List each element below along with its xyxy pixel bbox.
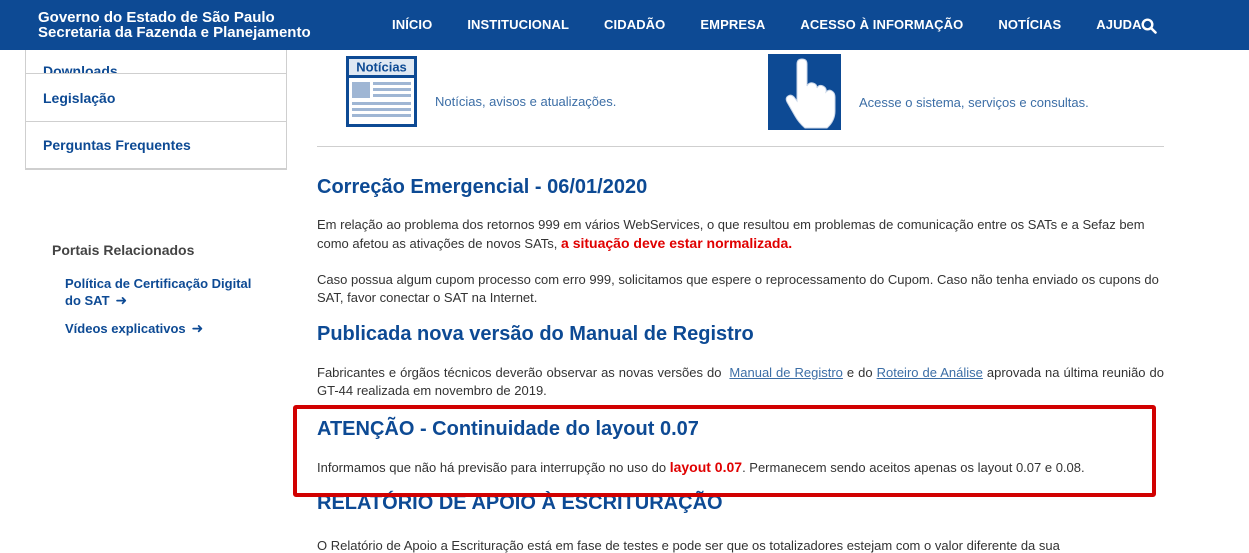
nav-empresa[interactable]: EMPRESA [700, 17, 765, 32]
sidebar-item-perguntas-frequentes[interactable]: Perguntas Frequentes [26, 122, 286, 170]
content-divider [317, 146, 1164, 147]
brand-line-2: Secretaria da Fazenda e Planejamento [38, 24, 311, 41]
main-nav: INÍCIO INSTITUCIONAL CIDADÃO EMPRESA ACE… [392, 17, 1177, 32]
portal-link-certificacao[interactable]: Política de Certificação Digital do SAT ➜ [65, 276, 251, 309]
article-paragraph: O Relatório de Apoio a Escrituração está… [317, 538, 1060, 553]
pointing-hand-icon[interactable] [768, 54, 841, 130]
brand-logo[interactable]: Governo do Estado de São Paulo Secretari… [38, 10, 311, 40]
portal-link-videos[interactable]: Vídeos explicativos ➜ [65, 320, 203, 337]
nav-ajuda[interactable]: AJUDA [1096, 17, 1141, 32]
top-navbar: Governo do Estado de São Paulo Secretari… [0, 0, 1249, 50]
arrow-right-icon: ➜ [191, 320, 204, 336]
newspaper-icon[interactable]: Notícias [346, 56, 417, 127]
nav-inicio[interactable]: INÍCIO [392, 17, 432, 32]
sidebar-item-downloads[interactable]: Downloads [26, 50, 286, 74]
manual-registro-link[interactable]: Manual de Registro [729, 365, 842, 380]
article-text: Fabricantes e órgãos técnicos deverão ob… [317, 365, 722, 380]
portais-relacionados-title: Portais Relacionados [52, 242, 195, 258]
article-paragraph: Em relação ao problema dos retornos 999 … [317, 216, 1164, 253]
sidebar-menu: Downloads Legislação Perguntas Frequente… [25, 50, 287, 170]
article-title-manual: Publicada nova versão do Manual de Regis… [317, 323, 754, 345]
sidebar-item-label: Perguntas Frequentes [43, 137, 191, 153]
highlight-red-text: a situação deve estar normalizada. [561, 235, 793, 251]
news-icon-label: Notícias [356, 60, 407, 75]
portal-link-line1: Política de Certificação Digital [65, 276, 252, 291]
arrow-right-icon: ➜ [115, 292, 128, 308]
search-icon[interactable] [1141, 18, 1157, 34]
article-paragraph: Fabricantes e órgãos técnicos deverão ob… [317, 364, 1164, 400]
roteiro-analise-link[interactable]: Roteiro de Análise [877, 365, 983, 380]
nav-cidadao[interactable]: CIDADÃO [604, 17, 665, 32]
article-title-correcao: Correção Emergencial - 06/01/2020 [317, 176, 648, 198]
nav-noticias[interactable]: NOTÍCIAS [998, 17, 1061, 32]
sidebar-item-label: Downloads [43, 63, 118, 74]
article-paragraph: Caso possua algum cupom processo com err… [317, 272, 1159, 305]
nav-institucional[interactable]: INSTITUCIONAL [467, 17, 569, 32]
brand-line-1: Governo do Estado de São Paulo [38, 9, 275, 26]
access-box-text[interactable]: Acesse o sistema, serviços e consultas. [859, 95, 1089, 110]
portal-link-label: Vídeos explicativos [65, 321, 186, 336]
nav-acesso-informacao[interactable]: ACESSO À INFORMAÇÃO [800, 17, 963, 32]
portal-link-line2: do SAT [65, 293, 110, 308]
sidebar-item-label: Legislação [43, 89, 116, 106]
article-text: e do [846, 365, 873, 380]
news-box-text[interactable]: Notícias, avisos e atualizações. [435, 94, 616, 109]
sidebar-item-legislacao[interactable]: Legislação [26, 74, 286, 122]
red-highlight-box [293, 405, 1156, 497]
